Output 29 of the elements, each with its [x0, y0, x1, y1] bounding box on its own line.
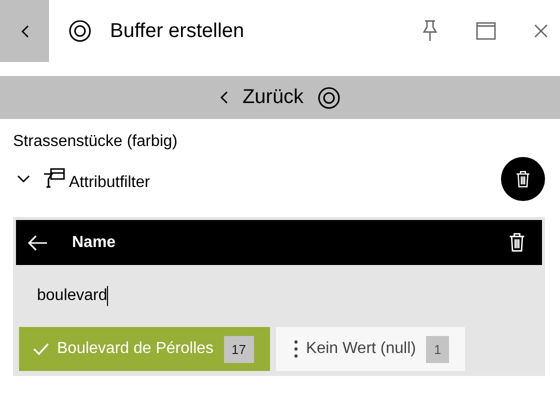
check-icon: [33, 342, 49, 356]
filter-value-chip[interactable]: Kein Wert (null) 1: [276, 327, 466, 371]
chevron-left-icon: [20, 24, 28, 38]
attribute-name: Name: [72, 234, 117, 252]
trash-icon: [515, 170, 531, 188]
back-nav-bar[interactable]: Zurück: [0, 76, 560, 119]
search-field[interactable]: boulevard: [19, 279, 539, 313]
back-arrow-button[interactable]: [28, 234, 48, 250]
window-title: Buffer erstellen: [110, 20, 246, 42]
filter-label: Attributfilter: [69, 174, 151, 192]
delete-button[interactable]: [501, 157, 545, 201]
value-label: Kein Wert (null): [306, 340, 416, 358]
value-label: Boulevard de Pérolles: [57, 340, 214, 358]
trash-icon: [508, 232, 526, 253]
pin-button[interactable]: [422, 20, 438, 42]
target-icon: [318, 86, 340, 108]
maximize-button[interactable]: [476, 22, 496, 40]
count-badge: 1: [426, 336, 450, 362]
more-icon: [294, 340, 298, 358]
filter-value-chip[interactable]: Boulevard de Pérolles 17: [19, 327, 270, 371]
layer-title: Strassenstücke (farbig): [13, 133, 178, 151]
filter-icon: [43, 168, 65, 190]
target-icon: [69, 20, 91, 42]
chevron-down-icon: [17, 175, 30, 183]
chevron-left-icon: [220, 91, 228, 104]
close-button[interactable]: [534, 24, 548, 38]
count-badge: 17: [224, 336, 254, 362]
expand-toggle[interactable]: [17, 175, 30, 183]
trash-button[interactable]: [508, 232, 526, 253]
